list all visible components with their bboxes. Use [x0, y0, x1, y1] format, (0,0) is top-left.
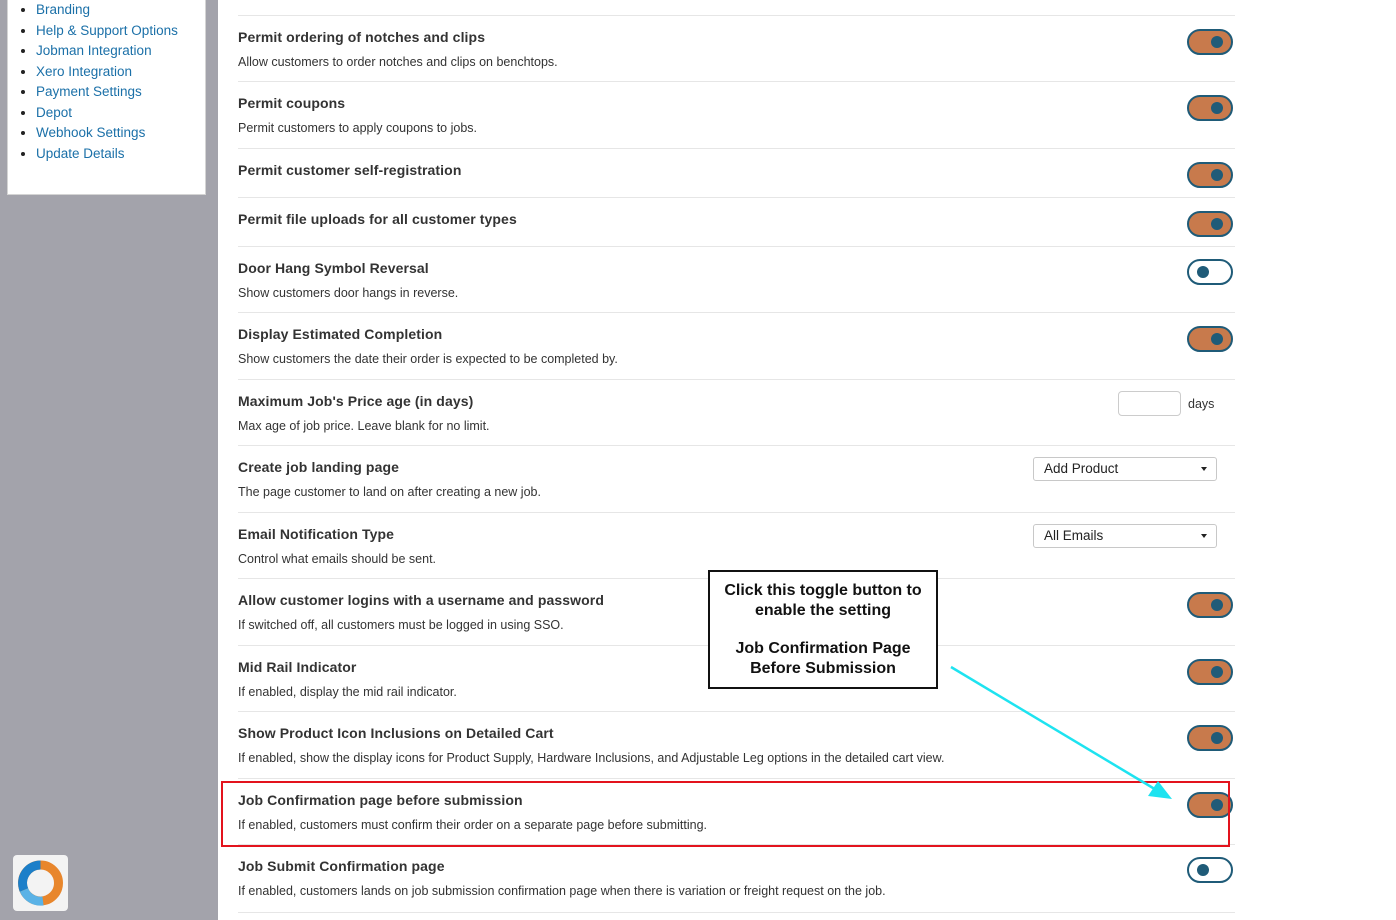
arrow-shaft: [950, 665, 1159, 793]
ring-logo-icon: [18, 860, 63, 906]
annotation-arrow: [950, 665, 1172, 799]
arrow-head: [1148, 781, 1172, 799]
app-launcher-icon[interactable]: [13, 855, 68, 911]
